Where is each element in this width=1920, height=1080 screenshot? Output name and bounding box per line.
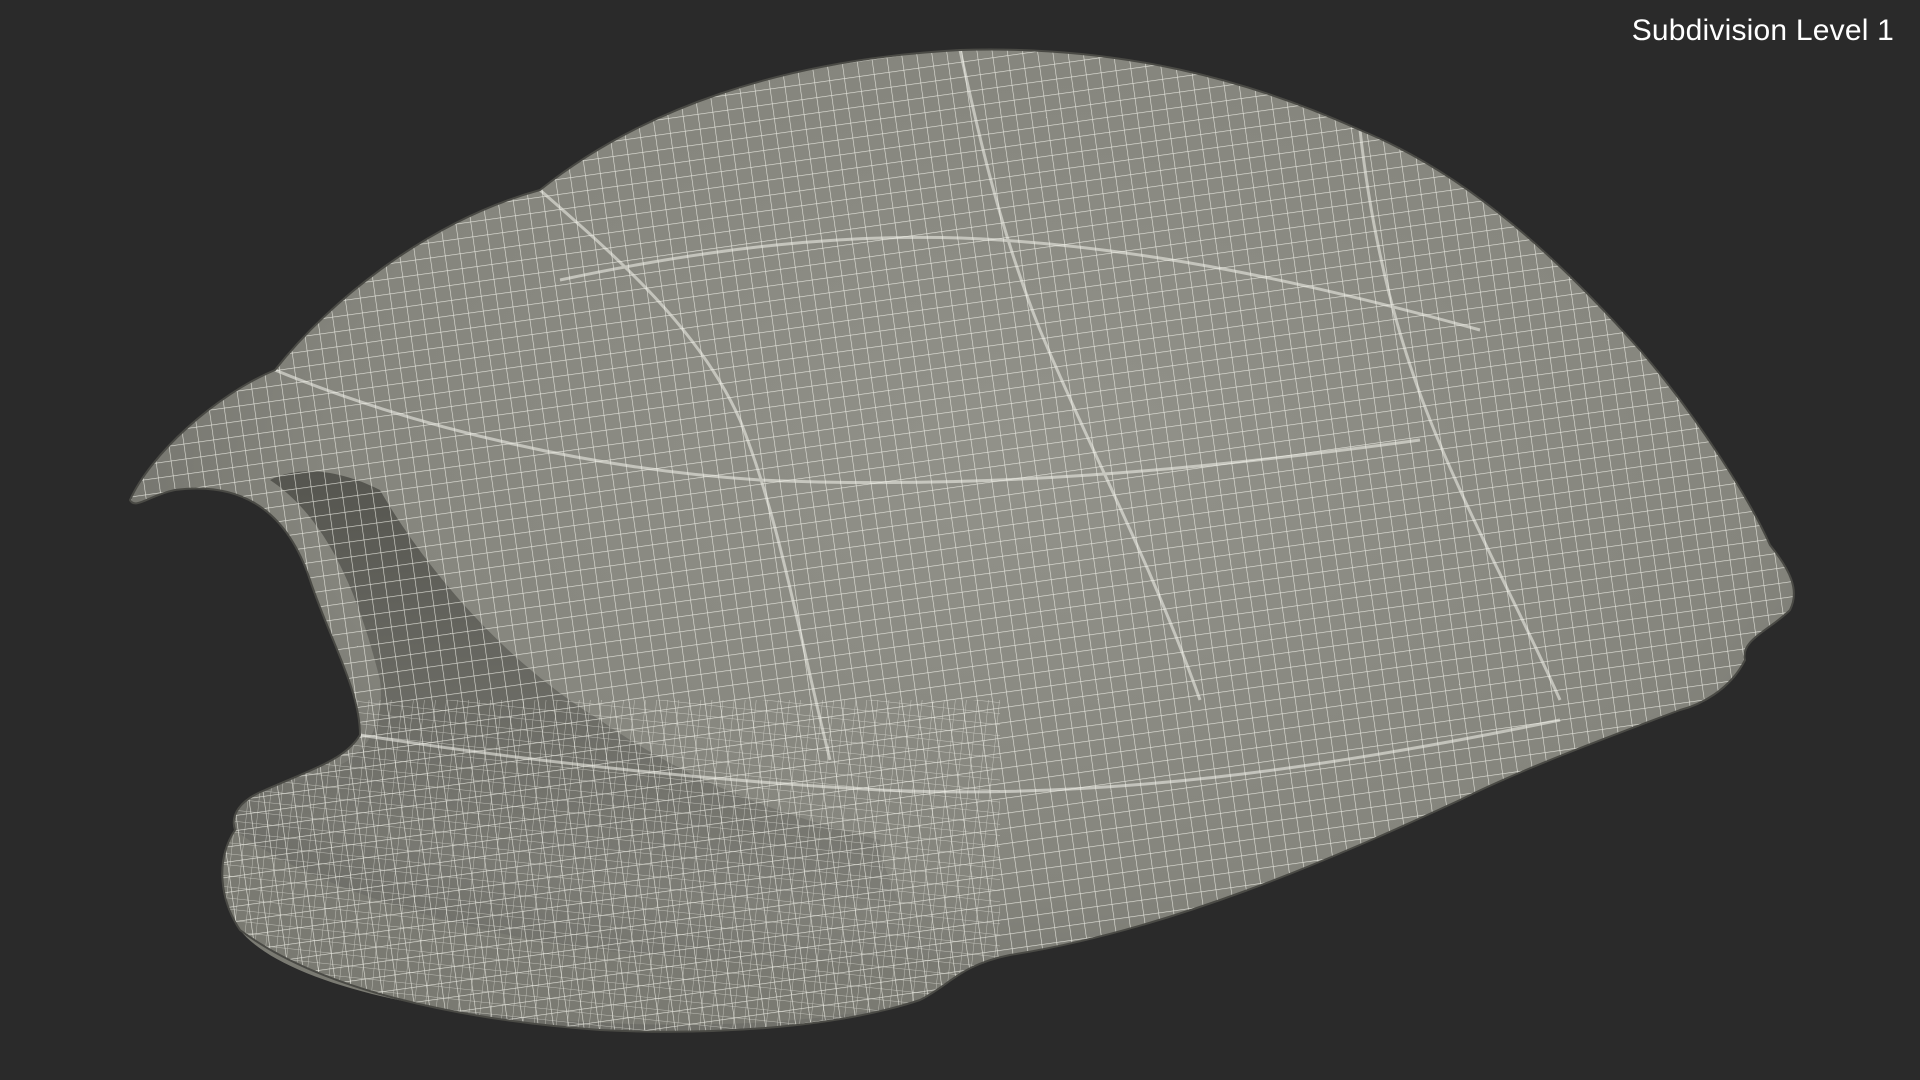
render-viewport: Subdivision Level 1 (0, 0, 1920, 1080)
wireframe-mesh (130, 49, 1794, 1032)
subdivision-level-label: Subdivision Level 1 (1631, 14, 1894, 47)
turtle-shell-model (129, 48, 1795, 1033)
